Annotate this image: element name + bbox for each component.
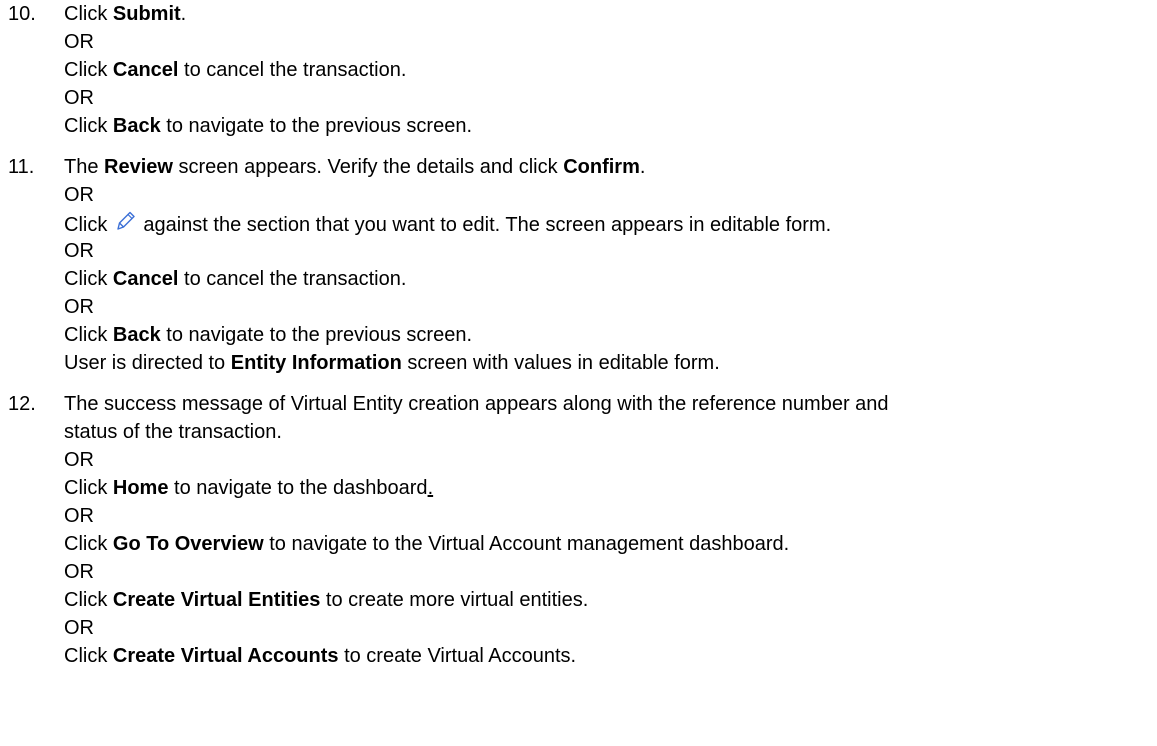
step-number: 12. <box>8 393 36 415</box>
or-separator: OR <box>64 449 94 471</box>
ui-term: Entity Information <box>230 352 402 374</box>
or-separator: OR <box>64 561 94 583</box>
ui-term: Create Virtual Accounts <box>112 645 339 667</box>
instruction-line: Click Create Virtual Entities to create … <box>64 589 589 611</box>
instruction-line: The Review screen appears. Verify the de… <box>64 156 646 178</box>
instruction-line: Click Back to navigate to the previous s… <box>64 115 473 137</box>
ui-term: Cancel <box>112 268 179 290</box>
or-separator: OR <box>64 617 94 639</box>
or-separator: OR <box>64 296 94 318</box>
instruction-line: Click Create Virtual Accounts to create … <box>64 645 577 667</box>
instruction-line: status of the transaction. <box>64 421 282 443</box>
step-10: 10. Click Submit. OR Click Cancel to can… <box>8 0 1148 140</box>
instruction-line: Click Go To Overview to navigate to the … <box>64 533 790 555</box>
instruction-line: Click against the section that you want t… <box>64 209 1148 237</box>
or-separator: OR <box>64 87 94 109</box>
instruction-line: User is directed to Entity Information s… <box>64 352 720 374</box>
instruction-line: Click Cancel to cancel the transaction. <box>64 268 407 290</box>
ui-term: Review <box>104 156 173 178</box>
ui-term: Confirm <box>563 156 640 178</box>
or-separator: OR <box>64 31 94 53</box>
step-body: The Review screen appears. Verify the de… <box>64 153 1148 377</box>
step-number: 10. <box>8 3 36 25</box>
instruction-line: The success message of Virtual Entity cr… <box>64 393 889 415</box>
ui-term: Back <box>112 324 161 346</box>
step-number: 11. <box>8 156 35 178</box>
document-page: 10. Click Submit. OR Click Cancel to can… <box>0 0 1157 746</box>
or-separator: OR <box>64 505 94 527</box>
instruction-line: Click Submit. <box>64 3 187 25</box>
step-body: The success message of Virtual Entity cr… <box>64 390 1148 670</box>
or-separator: OR <box>64 240 94 262</box>
instruction-line: Click Home to navigate to the dashboard. <box>64 477 434 499</box>
ui-term: Create Virtual Entities <box>112 589 321 611</box>
or-separator: OR <box>64 184 94 206</box>
ui-term: Submit <box>112 3 181 25</box>
ui-term: Home <box>112 477 169 499</box>
ui-term: Back <box>112 115 161 137</box>
step-11: 11. The Review screen appears. Verify th… <box>8 153 1148 377</box>
step-12: 12. The success message of Virtual Entit… <box>8 390 1148 670</box>
instruction-line: Click Back to navigate to the previous s… <box>64 324 473 346</box>
step-body: Click Submit. OR Click Cancel to cancel … <box>64 0 1148 140</box>
instruction-line: Click Cancel to cancel the transaction. <box>64 59 407 81</box>
pencil-icon <box>113 209 141 233</box>
ui-term: Go To Overview <box>112 533 264 555</box>
ui-term: Cancel <box>112 59 179 81</box>
